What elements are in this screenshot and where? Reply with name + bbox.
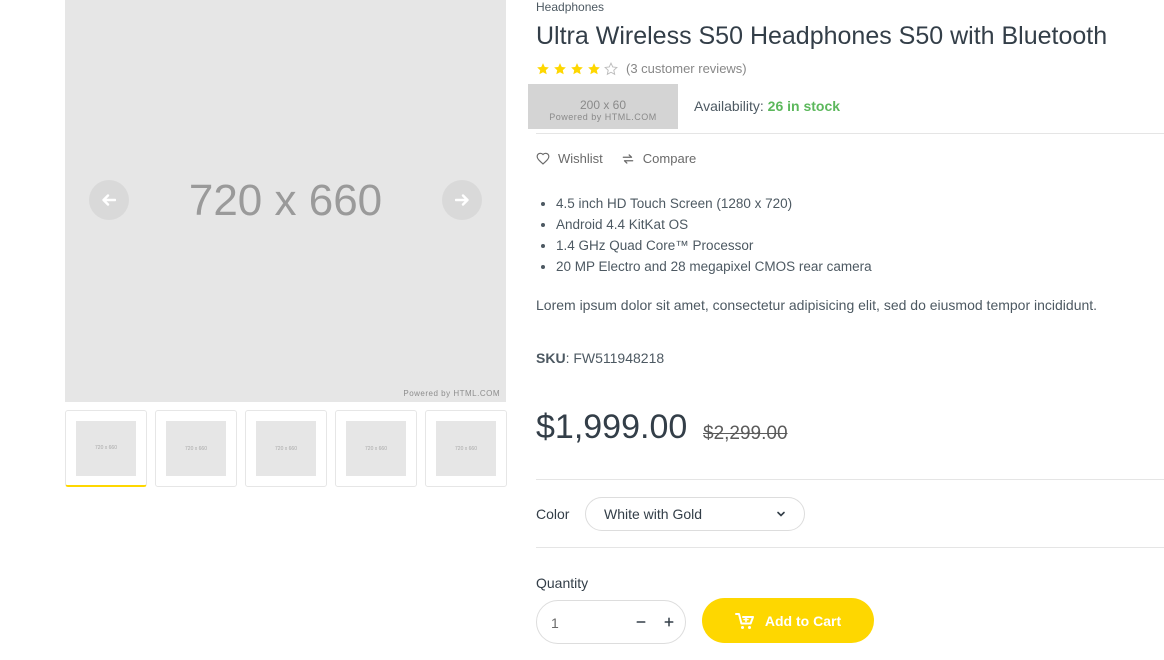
add-to-cart-button[interactable]: Add to Cart [702,598,874,643]
compare-button[interactable]: Compare [621,151,696,166]
brand-logo: 200 x 60 Powered by HTML.COM [528,84,678,129]
star-rating [536,61,618,76]
color-select[interactable]: White with Gold [585,497,805,531]
quantity-label: Quantity [536,575,589,591]
thumbnail-image: 720 x 660 [256,421,316,476]
star-filled-icon [537,62,549,74]
thumbnail-image: 720 x 660 [166,421,226,476]
sku-label: SKU [536,350,566,366]
feature-item: 20 MP Electro and 28 megapixel CMOS rear… [556,259,872,280]
product-category-link[interactable]: Headphones [536,0,604,14]
availability-label: Availability: [694,98,764,114]
thumbnail-2[interactable]: 720 x 660 [155,410,237,487]
thumbnail-5[interactable]: 720 x 660 [425,410,507,487]
star-empty-icon [604,61,618,75]
feature-item: 4.5 inch HD Touch Screen (1280 x 720) [556,196,872,217]
wishlist-label: Wishlist [558,151,603,166]
star-filled-icon [588,62,600,74]
divider [536,547,1164,548]
compare-label: Compare [642,151,697,166]
thumbnail-4[interactable]: 720 x 660 [335,410,417,487]
main-product-image[interactable]: 720 x 660 Powered by HTML.COM [65,0,506,402]
gallery-next-button[interactable] [442,180,482,220]
product-sku: SKU: FW511948218 [536,350,664,366]
main-image-placeholder-text: 720 x 660 [188,176,383,225]
heart-icon [536,152,550,165]
add-to-cart-label: Add to Cart [764,612,842,629]
arrow-right-icon [455,194,469,206]
compare-icon [622,153,634,164]
feature-item: 1.4 GHz Quad Core™ Processor [556,238,872,259]
wishlist-button[interactable]: Wishlist [536,151,603,166]
product-title: Ultra Wireless S50 Headphones S50 with B… [536,22,1108,50]
star-filled-icon [554,62,566,74]
feature-item: Android 4.4 KitKat OS [556,217,872,238]
thumbnail-1[interactable]: 720 x 660 [65,410,147,487]
sku-value: : FW511948218 [565,350,665,366]
thumbnail-image: 720 x 660 [436,421,496,476]
brand-placeholder-size: 200 x 60 [579,98,627,112]
chevron-down-icon [777,511,785,517]
product-description: Lorem ipsum dolor sit amet, consectetur … [536,297,1098,313]
quantity-input[interactable] [551,613,611,633]
divider [536,133,1164,134]
product-actions: Wishlist Compare [536,151,696,166]
star-filled-icon [571,62,583,74]
plus-icon [664,617,674,627]
old-price: $2,299.00 [703,423,788,444]
brand-placeholder-powered: Powered by HTML.COM [549,112,657,122]
thumbnail-strip: 720 x 660 720 x 660 720 x 660 720 x 660 … [65,410,507,487]
thumbnail-3[interactable]: 720 x 660 [245,410,327,487]
thumbnail-image: 720 x 660 [346,421,406,476]
availability: Availability: 26 in stock [694,98,840,114]
arrow-left-icon [102,194,116,206]
color-selected-value: White with Gold [604,506,703,522]
color-label: Color [536,506,570,522]
stock-status: 26 in stock [767,98,841,114]
product-rating: (3 customer reviews) [536,61,747,76]
customer-reviews-link[interactable]: (3 customer reviews) [626,61,747,76]
cart-icon [734,612,754,629]
feature-list: 4.5 inch HD Touch Screen (1280 x 720) An… [556,196,872,280]
minus-icon [636,621,646,623]
quantity-decrease-button[interactable] [633,614,649,630]
quantity-increase-button[interactable] [661,614,677,630]
quantity-stepper [536,600,686,644]
main-image-powered-text: Powered by HTML.COM [403,389,500,398]
gallery-prev-button[interactable] [89,180,129,220]
thumbnail-image: 720 x 660 [76,420,136,476]
current-price: $1,999.00 [536,408,688,446]
divider [536,479,1164,480]
